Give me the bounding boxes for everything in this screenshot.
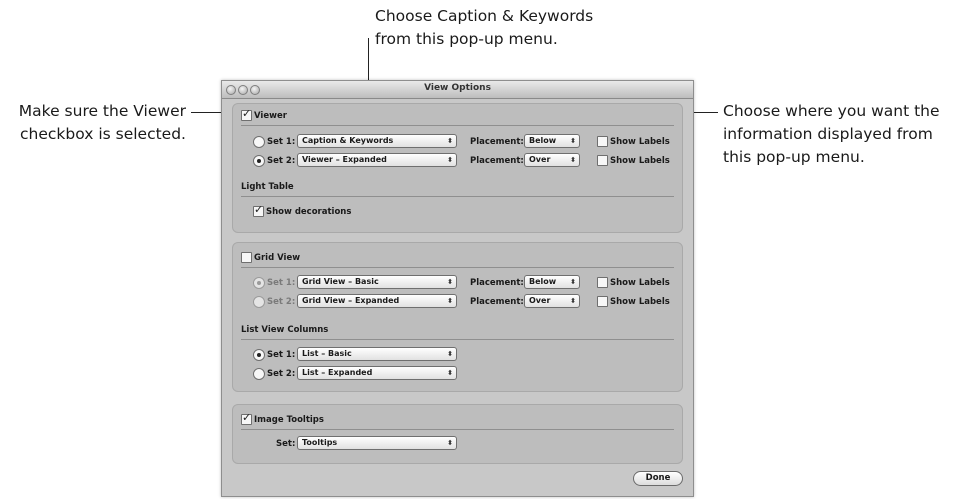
viewer-set1-label: Set 1: — [267, 137, 296, 147]
image-tooltips-checkbox[interactable] — [241, 411, 252, 425]
list-set2-popup-value: List – Expanded — [302, 368, 373, 377]
grid-set1-show-labels-checkbox[interactable] — [597, 277, 608, 288]
viewer-set1-placement-value: Below — [529, 136, 557, 145]
popup-arrows-icon: ⬍ — [447, 350, 453, 358]
tooltips-set-label: Set: — [276, 439, 296, 449]
viewer-set2-show-labels-checkbox[interactable] — [597, 155, 608, 166]
list-set1-popup[interactable]: List – Basic ⬍ — [297, 347, 457, 361]
grid-set1-popup[interactable]: Grid View – Basic ⬍ — [297, 275, 457, 289]
grid-set2-show-labels-checkbox[interactable] — [597, 296, 608, 307]
list-set1-radio[interactable] — [253, 349, 265, 361]
viewer-separator — [241, 125, 674, 126]
popup-arrows-icon: ⬍ — [570, 278, 576, 286]
popup-arrows-icon: ⬍ — [570, 297, 576, 305]
grid-set1-placement-value: Below — [529, 277, 557, 286]
list-set2-radio[interactable] — [253, 368, 265, 380]
grid-set1-placement-popup[interactable]: Below ⬍ — [524, 275, 580, 289]
viewer-set1-popup[interactable]: Caption & Keywords ⬍ — [297, 134, 457, 148]
viewer-set1-placement-label: Placement: — [470, 137, 524, 147]
image-tooltips-group: Image Tooltips Set: Tooltips ⬍ — [232, 404, 683, 464]
popup-arrows-icon: ⬍ — [447, 297, 453, 305]
callout-left: Make sure the Viewer checkbox is selecte… — [8, 100, 186, 146]
viewer-set1-show-labels-label: Show Labels — [610, 137, 670, 147]
grid-set1-placement-label: Placement: — [470, 278, 524, 288]
grid-set1-label: Set 1: — [267, 278, 296, 288]
grid-set2-placement-value: Over — [529, 296, 551, 305]
viewer-group: Viewer Set 1: Caption & Keywords ⬍ Placem… — [232, 103, 683, 233]
viewer-set2-placement-label: Placement: — [470, 156, 524, 166]
viewer-set1-popup-value: Caption & Keywords — [302, 136, 394, 145]
grid-view-label: Grid View — [254, 253, 301, 263]
tooltips-set-popup-value: Tooltips — [302, 438, 338, 447]
viewer-set2-popup[interactable]: Viewer – Expanded ⬍ — [297, 153, 457, 167]
grid-set2-placement-popup[interactable]: Over ⬍ — [524, 294, 580, 308]
grid-view-group: Grid View Set 1: Grid View – Basic ⬍ Plac… — [232, 242, 683, 392]
callout-top-line1: Choose Caption & Keywords — [375, 7, 594, 25]
viewer-checkbox[interactable] — [241, 107, 252, 121]
callout-left-line1: Make sure the Viewer — [18, 102, 186, 120]
callout-right-line1: Choose where you want the — [723, 102, 940, 120]
tooltips-set-popup[interactable]: Tooltips ⬍ — [297, 436, 457, 450]
popup-arrows-icon: ⬍ — [447, 156, 453, 164]
grid-set2-popup-value: Grid View – Expanded — [302, 296, 400, 305]
grid-set1-show-labels-label: Show Labels — [610, 278, 670, 288]
popup-arrows-icon: ⬍ — [570, 137, 576, 145]
viewer-set1-show-labels-checkbox[interactable] — [597, 136, 608, 147]
viewer-set2-show-labels-label: Show Labels — [610, 156, 670, 166]
list-set2-popup[interactable]: List – Expanded ⬍ — [297, 366, 457, 380]
grid-set2-popup[interactable]: Grid View – Expanded ⬍ — [297, 294, 457, 308]
window-title: View Options — [424, 83, 491, 93]
list-view-columns-heading: List View Columns — [241, 325, 329, 335]
grid-set1-radio[interactable] — [253, 277, 265, 289]
grid-view-checkbox[interactable] — [241, 252, 252, 263]
popup-arrows-icon: ⬍ — [447, 369, 453, 377]
grid-set2-show-labels-label: Show Labels — [610, 297, 670, 307]
callout-top: Choose Caption & Keywords from this pop-… — [375, 5, 593, 51]
done-button[interactable]: Done — [633, 471, 683, 486]
show-decorations-label: Show decorations — [266, 207, 352, 217]
popup-arrows-icon: ⬍ — [447, 278, 453, 286]
grid-set2-placement-label: Placement: — [470, 297, 524, 307]
viewer-label: Viewer — [254, 111, 287, 121]
grid-set1-popup-value: Grid View – Basic — [302, 277, 379, 286]
light-table-separator — [241, 196, 674, 197]
callout-right-line3: this pop-up menu. — [723, 148, 865, 166]
light-table-heading: Light Table — [241, 182, 294, 192]
grid-view-separator — [241, 267, 674, 268]
viewer-set2-label: Set 2: — [267, 156, 296, 166]
callout-left-line2: checkbox is selected. — [20, 125, 186, 143]
popup-arrows-icon: ⬍ — [570, 156, 576, 164]
grid-set2-label: Set 2: — [267, 297, 296, 307]
viewer-set2-placement-value: Over — [529, 155, 551, 164]
title-bar[interactable]: View Options — [222, 81, 693, 99]
list-set2-label: Set 2: — [267, 369, 296, 379]
viewer-set2-popup-value: Viewer – Expanded — [302, 155, 387, 164]
callout-top-line2: from this pop-up menu. — [375, 30, 558, 48]
list-set1-label: Set 1: — [267, 350, 296, 360]
callout-right-line2: information displayed from — [723, 125, 933, 143]
popup-arrows-icon: ⬍ — [447, 439, 453, 447]
viewer-set2-radio[interactable] — [253, 155, 265, 167]
image-tooltips-separator — [241, 429, 674, 430]
list-set1-popup-value: List – Basic — [302, 349, 352, 358]
viewer-set1-radio[interactable] — [253, 136, 265, 148]
popup-arrows-icon: ⬍ — [447, 137, 453, 145]
view-options-window: View Options Viewer Set 1: Caption & Key… — [221, 80, 694, 497]
image-tooltips-label: Image Tooltips — [254, 415, 324, 425]
show-decorations-checkbox[interactable] — [253, 203, 264, 217]
callout-right: Choose where you want the information di… — [723, 100, 940, 169]
viewer-set2-placement-popup[interactable]: Over ⬍ — [524, 153, 580, 167]
viewer-set1-placement-popup[interactable]: Below ⬍ — [524, 134, 580, 148]
list-view-separator — [241, 339, 674, 340]
grid-set2-radio[interactable] — [253, 296, 265, 308]
